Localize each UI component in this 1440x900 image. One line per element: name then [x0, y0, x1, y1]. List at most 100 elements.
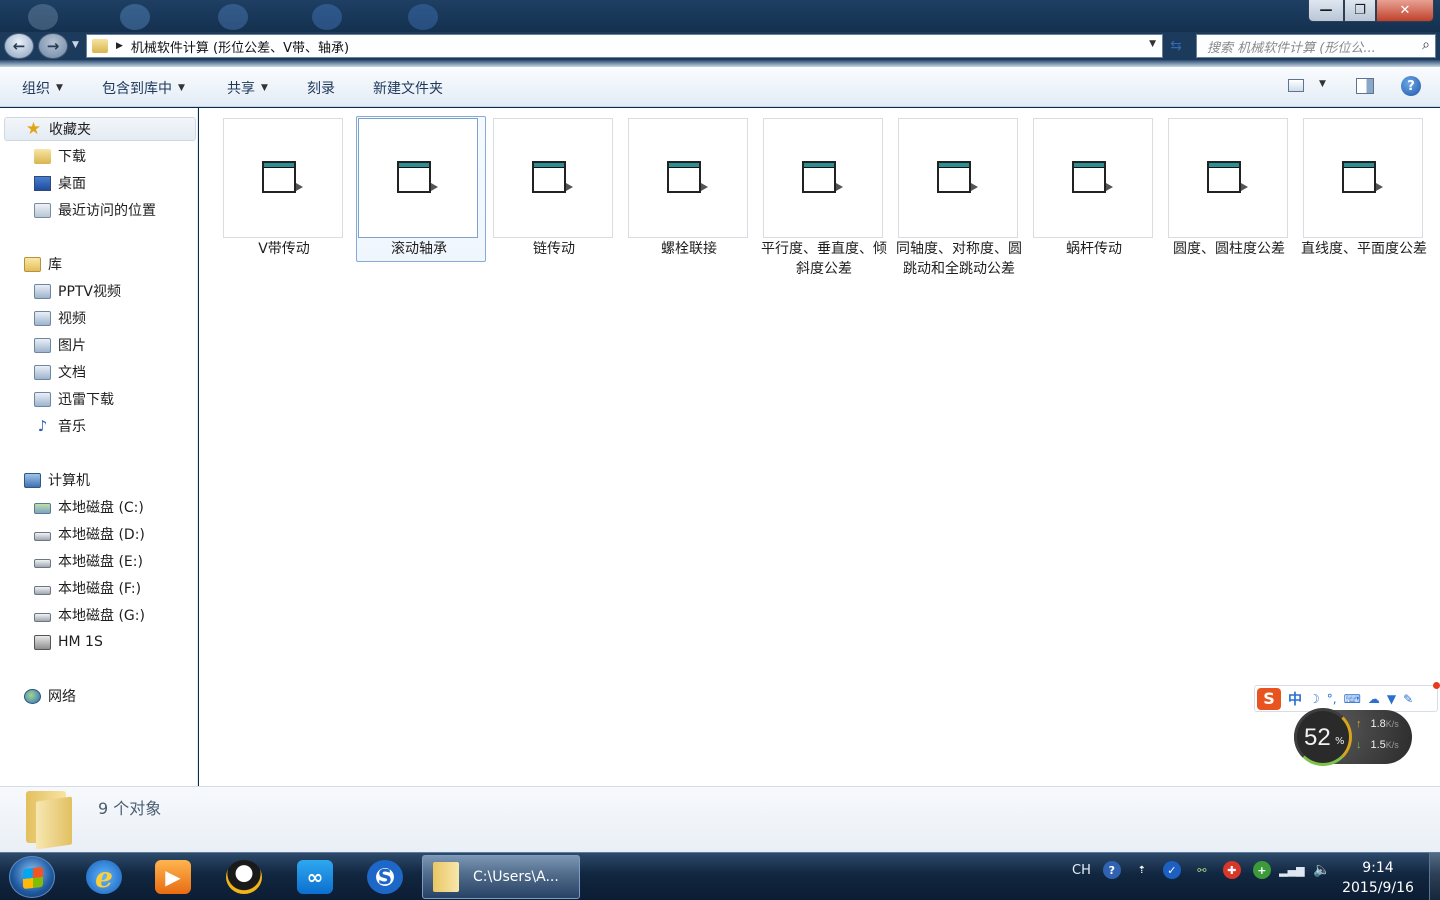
taskbar: e ▶ ∞ S C:\Users\A... CH ? ⇡ ✓ ⚯ ✚ + ▂▄▆…	[0, 852, 1440, 900]
change-view-icon[interactable]	[1288, 79, 1304, 92]
sidebar-favorites[interactable]: ★ 收藏夹	[4, 117, 196, 141]
punctuation-icon[interactable]: °,	[1327, 692, 1337, 706]
signal-bars-icon[interactable]: ▂▄▆	[1279, 861, 1304, 879]
network-speed-widget[interactable]: 52 % ↑ 1.8K/s ↓ 1.5K/s	[1294, 708, 1412, 766]
guard-shield-icon[interactable]: +	[1252, 861, 1271, 879]
search-icon[interactable]: ⌕	[1422, 37, 1430, 53]
breadcrumb-arrow-icon[interactable]: ▶	[116, 41, 123, 51]
recent-pages-dropdown[interactable]: ▼	[72, 40, 79, 50]
taskbar-internet-explorer[interactable]: e	[79, 856, 129, 898]
address-history-dropdown[interactable]: ▼	[1149, 39, 1156, 49]
clock[interactable]: 9:14 2015/9/16	[1334, 858, 1422, 898]
star-icon: ★	[25, 118, 42, 139]
application-window-icon	[802, 161, 843, 197]
sidebar-item-drive-e[interactable]: 本地磁盘 (E:)	[34, 549, 143, 573]
pictures-library-icon	[34, 337, 51, 353]
application-window-icon	[1072, 161, 1113, 197]
taskbar-explorer-window[interactable]: C:\Users\A...	[422, 855, 580, 899]
folder-icon	[433, 862, 459, 892]
sidebar-item-drive-d[interactable]: 本地磁盘 (D:)	[34, 522, 145, 546]
download-speed: ↓ 1.5K/s	[1356, 739, 1399, 751]
shirt-icon[interactable]: ▼	[1387, 692, 1396, 706]
taskbar-media-player[interactable]: ▶	[148, 856, 198, 898]
file-item[interactable]: 直线度、平面度公差	[1301, 118, 1427, 306]
sidebar-item-hm1s[interactable]: HM 1S	[34, 630, 103, 654]
maximize-button[interactable]: ❐	[1344, 0, 1376, 22]
help-icon[interactable]: ?	[1401, 76, 1421, 96]
skin-icon[interactable]: ☁	[1368, 692, 1380, 706]
search-input[interactable]: 搜索 机械软件计算 (形位公...	[1207, 37, 1415, 56]
sidebar-item-downloads[interactable]: 下载	[34, 144, 86, 168]
help-tray-icon[interactable]: ?	[1102, 861, 1121, 879]
search-box[interactable]: 搜索 机械软件计算 (形位公... ⌕	[1196, 34, 1436, 58]
sidebar-item-thunder-downloads[interactable]: 迅雷下载	[34, 387, 114, 411]
memory-usage-percent: 52	[1304, 724, 1331, 751]
include-in-library-label: 包含到库中	[102, 81, 172, 97]
sidebar-item-videos[interactable]: 视频	[34, 306, 86, 330]
close-button[interactable]: ✕	[1376, 0, 1434, 22]
sidebar-item-recent-places[interactable]: 最近访问的位置	[34, 198, 156, 222]
file-item[interactable]: 滚动轴承	[356, 116, 486, 306]
documents-library-icon	[34, 364, 51, 380]
chevron-down-icon: ▼	[178, 83, 185, 93]
sidebar-computer[interactable]: 计算机	[24, 468, 90, 492]
file-list-view[interactable]: V带传动 滚动轴承 链传动 螺栓联接 平行度、垂直度、倾斜度公差 同轴度、对称度	[199, 108, 1440, 786]
keyboard-icon[interactable]: ⌨	[1344, 692, 1361, 706]
network-status-icon[interactable]: ⚯	[1193, 861, 1211, 879]
refresh-button[interactable]: ⇆	[1164, 36, 1188, 56]
language-indicator[interactable]: CH	[1072, 863, 1091, 878]
sidebar-item-drive-c[interactable]: 本地磁盘 (C:)	[34, 495, 144, 519]
file-item[interactable]: V带传动	[223, 118, 345, 306]
burn-button[interactable]: 刻录	[307, 78, 335, 98]
file-name: 平行度、垂直度、倾斜度公差	[761, 241, 887, 277]
share-button[interactable]: 共享 ▼	[227, 78, 268, 98]
sogou-logo-icon[interactable]: S	[1257, 687, 1281, 710]
half-width-moon-icon[interactable]: ☽	[1309, 692, 1320, 706]
sidebar-item-pptv[interactable]: PPTV视频	[34, 279, 121, 303]
taskbar-qq[interactable]	[219, 856, 269, 898]
file-item[interactable]: 平行度、垂直度、倾斜度公差	[761, 118, 887, 306]
sidebar-item-documents[interactable]: 文档	[34, 360, 86, 384]
file-item[interactable]: 圆度、圆柱度公差	[1168, 118, 1290, 306]
ime-toolbar[interactable]: S 中 ☽ °, ⌨ ☁ ▼ ✎	[1254, 682, 1440, 712]
file-name: 螺栓联接	[661, 241, 717, 257]
ime-mode-toggle[interactable]: 中	[1288, 689, 1302, 709]
computer-icon	[24, 472, 41, 488]
preview-pane-icon[interactable]	[1356, 78, 1374, 94]
file-thumbnail	[763, 118, 883, 238]
file-item[interactable]: 同轴度、对称度、圆跳动和全跳动公差	[896, 118, 1022, 306]
library-item-icon	[34, 391, 51, 407]
sidebar-item-pictures[interactable]: 图片	[34, 333, 86, 357]
sidebar-item-drive-g[interactable]: 本地磁盘 (G:)	[34, 603, 145, 627]
security-shield-icon[interactable]: ✓	[1162, 861, 1181, 879]
recent-places-icon	[34, 202, 51, 218]
address-path[interactable]: 机械软件计算 (形位公差、V带、轴承)	[131, 37, 349, 56]
sidebar-network[interactable]: 网络	[24, 684, 76, 708]
organize-button[interactable]: 组织 ▼	[22, 78, 63, 98]
file-name: 滚动轴承	[391, 241, 447, 257]
sidebar-item-desktop[interactable]: 桌面	[34, 171, 86, 195]
back-button[interactable]: ←	[4, 33, 34, 59]
new-folder-button[interactable]: 新建文件夹	[373, 78, 443, 98]
address-row: ← → ▼ ▶ 机械软件计算 (形位公差、V带、轴承) ▼ ⇆ 搜索 机械软件计…	[0, 32, 1440, 60]
volume-icon[interactable]: 🔈	[1313, 861, 1331, 879]
minimize-button[interactable]: —	[1308, 0, 1344, 22]
forward-button[interactable]: →	[38, 33, 68, 59]
taskbar-cloud-drive[interactable]: ∞	[290, 856, 340, 898]
address-bar[interactable]: ▶ 机械软件计算 (形位公差、V带、轴承) ▼	[86, 34, 1163, 58]
file-item[interactable]: 链传动	[493, 118, 615, 306]
sidebar-item-drive-f[interactable]: 本地磁盘 (F:)	[34, 576, 141, 600]
antivirus-icon[interactable]: ✚	[1222, 861, 1241, 879]
show-hidden-icons[interactable]: ⇡	[1133, 861, 1151, 879]
file-thumbnail	[1033, 118, 1153, 238]
show-desktop-button[interactable]	[1429, 853, 1440, 900]
sidebar-libraries[interactable]: 库	[24, 252, 62, 276]
sidebar-item-music[interactable]: ♪ 音乐	[34, 414, 86, 438]
start-button[interactable]	[9, 856, 55, 898]
taskbar-sogou-browser[interactable]: S	[360, 856, 410, 898]
view-options-dropdown[interactable]: ▼	[1319, 79, 1326, 89]
include-in-library-button[interactable]: 包含到库中 ▼	[102, 78, 185, 98]
wrench-icon[interactable]: ✎	[1403, 692, 1413, 706]
file-item[interactable]: 蜗杆传动	[1033, 118, 1155, 306]
file-item[interactable]: 螺栓联接	[628, 118, 750, 306]
